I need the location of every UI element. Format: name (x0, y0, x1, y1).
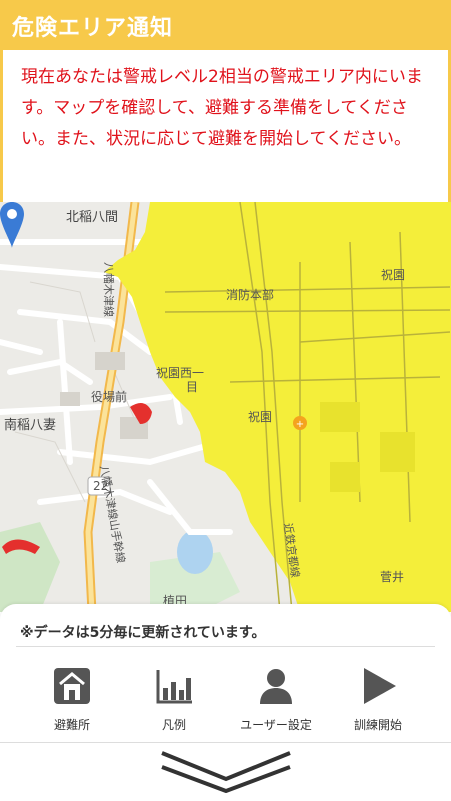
menu-shelter-label: 避難所 (53, 718, 90, 732)
map-label-hoso-station: 祝園 (248, 410, 273, 424)
location-pin-icon[interactable] (0, 202, 24, 248)
menu-drill-start[interactable]: 訓練開始 (328, 660, 428, 738)
menu-user-settings-label: ユーザー設定 (240, 718, 312, 732)
map-canvas: + (0, 202, 451, 612)
divider (16, 646, 435, 647)
chevron-down-icon[interactable] (158, 749, 294, 793)
user-icon (260, 669, 292, 704)
map-view[interactable]: + 北稲八間 消防本部 祝園 祝園西一 目 役場前 祝園 南稲八妻 22 植田 … (0, 202, 451, 612)
shelter-icon (54, 668, 90, 704)
update-note: ※データは5分毎に更新されています。 (20, 625, 266, 641)
legend-chart-icon (156, 670, 192, 704)
menu-drill-start-label: 訓練開始 (353, 718, 402, 732)
alert-title: 危険エリア通知 (12, 16, 174, 41)
menu-shelter[interactable]: 避難所 (22, 660, 122, 738)
map-label-sugai: 菅井 (380, 570, 405, 584)
map-label-hoso: 祝園 (381, 268, 406, 282)
svg-text:+: + (296, 419, 304, 430)
menu-legend-label: 凡例 (161, 718, 186, 732)
bottom-sheet: ※データは5分毎に更新されています。 避難所 凡例 ユーザー設定 訓練開始 (0, 604, 451, 742)
map-label-road-a: 八幡木津線 (102, 262, 115, 317)
map-label-minami-inaba: 南稲八妻 (4, 418, 57, 433)
map-label-kita-inaba: 北稲八間 (66, 210, 119, 225)
alert-message: 現在あなたは警戒レベル2相当の警戒エリア内にいます。マップを確認して、避難する準… (21, 67, 423, 149)
menu-user-settings[interactable]: ユーザー設定 (226, 660, 326, 738)
menu-legend[interactable]: 凡例 (124, 660, 224, 738)
map-label-yakubamae: 役場前 (91, 390, 128, 404)
alert-message-box: 現在あなたは警戒レベル2相当の警戒エリア内にいます。マップを確認して、避難する準… (0, 50, 451, 202)
map-label-shobo: 消防本部 (226, 288, 275, 302)
alert-header: 危険エリア通知 (0, 0, 451, 50)
footer (0, 742, 451, 801)
play-icon (364, 668, 396, 704)
map-label-chome: 目 (186, 380, 199, 394)
